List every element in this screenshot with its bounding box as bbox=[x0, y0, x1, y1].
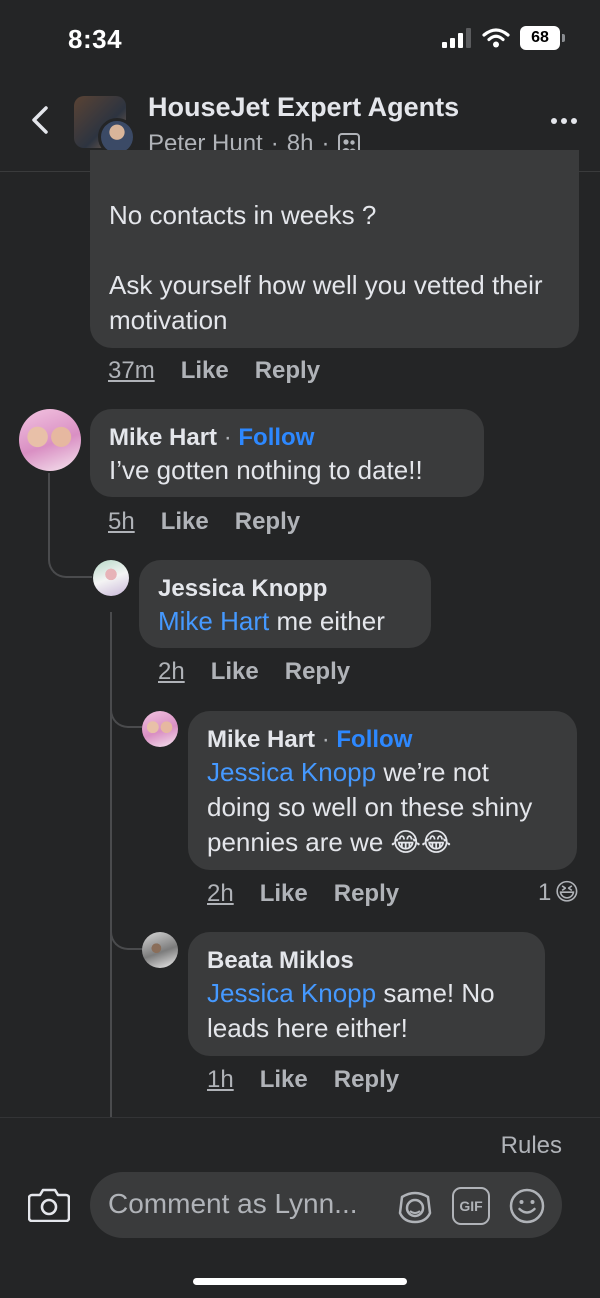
battery-icon: 68 bbox=[520, 26, 565, 50]
like-button[interactable]: Like bbox=[260, 880, 308, 908]
emoji-icon[interactable] bbox=[508, 1187, 546, 1225]
thread-line bbox=[48, 473, 50, 553]
comment-actions: 5h Like Reply bbox=[108, 508, 300, 536]
status-bar: 8:34 68 bbox=[0, 0, 600, 80]
thread-connector bbox=[48, 550, 92, 578]
like-button[interactable]: Like bbox=[161, 508, 209, 536]
reaction-summary[interactable]: 1 😆 bbox=[538, 878, 579, 907]
like-button[interactable]: Like bbox=[211, 658, 259, 686]
more-icon bbox=[551, 118, 577, 124]
comment-actions: 2h Like Reply bbox=[158, 658, 350, 686]
group-name[interactable]: HouseJet Expert Agents bbox=[148, 92, 459, 123]
comment-text-body: me either bbox=[269, 606, 385, 636]
comment-input-box[interactable]: GIF bbox=[90, 1172, 562, 1238]
reaction-count: 1 bbox=[538, 878, 552, 906]
author-separator: · bbox=[321, 726, 330, 753]
mention-link[interactable]: Jessica Knopp bbox=[207, 978, 376, 1008]
reply-button[interactable]: Reply bbox=[235, 508, 300, 536]
comment-author-line: Mike Hart · Follow bbox=[207, 725, 558, 755]
camera-button[interactable] bbox=[27, 1186, 71, 1223]
comment-bubble[interactable]: Mike Hart · Follow Jessica Knopp we’re n… bbox=[188, 711, 577, 870]
back-button[interactable] bbox=[20, 100, 60, 140]
reply-button[interactable]: Reply bbox=[334, 1066, 399, 1094]
more-options-button[interactable] bbox=[546, 106, 582, 136]
comment-composer: Rules GIF bbox=[0, 1117, 600, 1298]
rules-link[interactable]: Rules bbox=[501, 1132, 562, 1160]
home-indicator bbox=[193, 1278, 407, 1285]
comment-text: Jessica Knopp same! No leads here either… bbox=[207, 976, 526, 1046]
comment-bubble[interactable]: No contacts in weeks ? Ask yourself how … bbox=[90, 150, 579, 348]
comment-text: Ask yourself how well you vetted their m… bbox=[109, 270, 543, 335]
reply-button[interactable]: Reply bbox=[255, 357, 320, 385]
avatar-sticker-icon[interactable] bbox=[396, 1187, 434, 1225]
follow-button[interactable]: Follow bbox=[238, 424, 314, 451]
status-time: 8:34 bbox=[68, 24, 123, 54]
gif-icon: GIF bbox=[459, 1198, 483, 1214]
gif-button[interactable]: GIF bbox=[452, 1187, 490, 1225]
avatar[interactable] bbox=[142, 932, 178, 968]
comment-time[interactable]: 2h bbox=[207, 880, 234, 908]
comment-text: Mike Hart me either bbox=[158, 604, 412, 639]
comment-author[interactable]: Mike Hart bbox=[207, 726, 315, 753]
wifi-icon bbox=[482, 28, 510, 48]
mention-link[interactable]: Mike Hart bbox=[158, 606, 269, 636]
comment-text: Jessica Knopp we’re not doing so well on… bbox=[207, 755, 558, 860]
comment-time[interactable]: 5h bbox=[108, 508, 135, 536]
back-arrow-icon bbox=[32, 106, 48, 134]
follow-button[interactable]: Follow bbox=[336, 726, 412, 753]
avatar[interactable] bbox=[93, 560, 129, 596]
comment-bubble[interactable]: Jessica Knopp Mike Hart me either bbox=[139, 560, 431, 648]
author-separator: · bbox=[223, 424, 232, 451]
comment-actions: 37m Like Reply bbox=[108, 357, 320, 385]
like-button[interactable]: Like bbox=[181, 357, 229, 385]
comment-time[interactable]: 1h bbox=[207, 1066, 234, 1094]
haha-reaction-icon: 😆 bbox=[554, 879, 580, 906]
comment-time[interactable]: 37m bbox=[108, 357, 155, 385]
comment-author[interactable]: Mike Hart bbox=[109, 424, 217, 451]
reply-button[interactable]: Reply bbox=[334, 880, 399, 908]
reply-button[interactable]: Reply bbox=[285, 658, 350, 686]
signal-icon bbox=[442, 28, 471, 48]
comment-bubble[interactable]: Beata Miklos Jessica Knopp same! No lead… bbox=[188, 932, 545, 1056]
comment-author[interactable]: Beata Miklos bbox=[207, 946, 526, 976]
comment-author[interactable]: Jessica Knopp bbox=[158, 574, 412, 604]
mention-link[interactable]: Jessica Knopp bbox=[207, 757, 376, 787]
comment-actions: 2h Like Reply bbox=[207, 880, 399, 908]
comment-text: No contacts in weeks ? bbox=[109, 200, 377, 230]
avatar[interactable] bbox=[142, 711, 178, 747]
status-icons: 68 bbox=[442, 26, 565, 50]
thread-line bbox=[110, 612, 112, 1118]
comment-bubble[interactable]: Mike Hart · Follow I’ve gotten nothing t… bbox=[90, 409, 484, 497]
like-button[interactable]: Like bbox=[260, 1066, 308, 1094]
comment-text: I’ve gotten nothing to date!! bbox=[109, 455, 423, 485]
comment-author-line: Mike Hart · Follow bbox=[109, 423, 465, 453]
thread-connector bbox=[110, 700, 144, 728]
avatar[interactable] bbox=[19, 409, 81, 471]
group-avatar[interactable] bbox=[74, 96, 136, 158]
thread-connector bbox=[110, 922, 144, 950]
comment-input[interactable] bbox=[108, 1188, 390, 1220]
camera-icon bbox=[27, 1188, 71, 1223]
comment-actions: 1h Like Reply bbox=[207, 1066, 399, 1094]
comment-time[interactable]: 2h bbox=[158, 658, 185, 686]
